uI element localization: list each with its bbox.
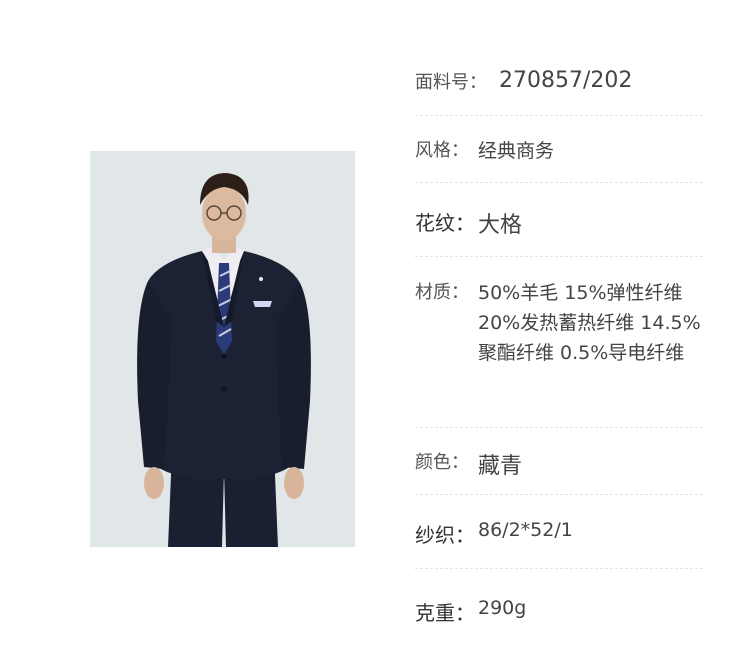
spec-label: 花纹： (415, 211, 475, 235)
spec-label: 颜色： (415, 452, 469, 473)
spec-label: 材质： (415, 282, 469, 303)
spec-label: 克重： (415, 601, 475, 625)
spec-row-material: 材质： 50%羊毛 15%弹性纤维 20%发热蓄热纤维 14.5%聚酯纤维 0.… (415, 257, 703, 428)
spec-value: 藏青 (478, 454, 523, 479)
spec-row-yarn-count: 纱织： 86/2*52/1 (415, 495, 703, 569)
spec-row-style: 风格： 经典商务 (415, 116, 703, 183)
spec-value: 50%羊毛 15%弹性纤维 20%发热蓄热纤维 14.5%聚酯纤维 0.5%导电… (478, 282, 701, 364)
suit-model-illustration (90, 151, 355, 547)
spec-value: 大格 (478, 213, 523, 238)
product-photo (90, 151, 355, 547)
spec-label: 纱织： (415, 523, 475, 547)
spec-value: 290g (478, 597, 527, 619)
spec-row-fabric-number: 面料号： 270857/202 (415, 52, 703, 116)
spec-label: 风格： (415, 140, 469, 161)
spec-value: 86/2*52/1 (478, 519, 573, 541)
spec-row-color: 颜色： 藏青 (415, 428, 703, 495)
spec-label: 面料号： (415, 72, 487, 93)
spec-row-pattern: 花纹： 大格 (415, 183, 703, 257)
spec-value: 270857/202 (499, 68, 633, 93)
spec-list: 面料号： 270857/202 风格： 经典商务 花纹： 大格 材质： 50%羊… (415, 52, 703, 644)
spec-row-weight: 克重： 290g (415, 569, 703, 644)
spec-value: 经典商务 (478, 140, 555, 162)
